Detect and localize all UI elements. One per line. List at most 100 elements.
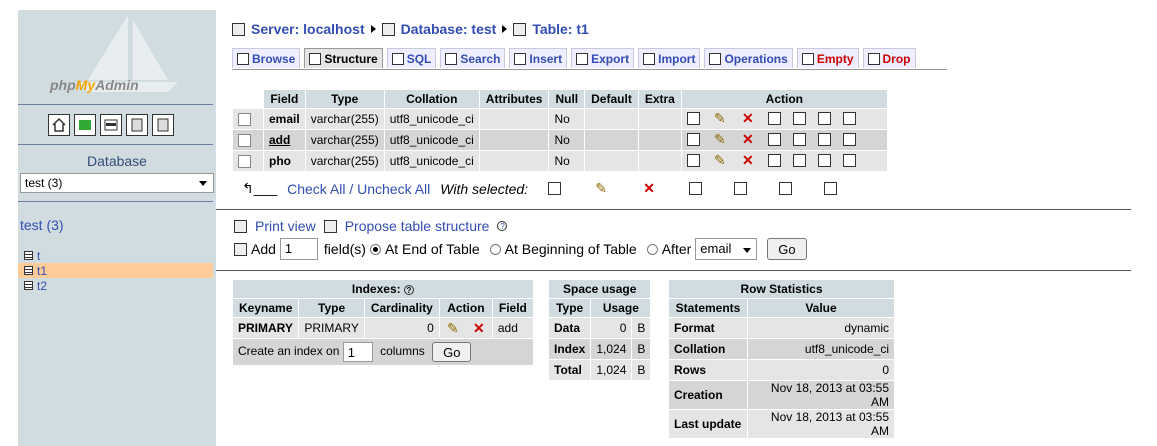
delete-x-icon[interactable]: ✕ bbox=[471, 320, 487, 336]
create-index-go-button[interactable]: Go bbox=[432, 342, 472, 362]
col-header: Type bbox=[299, 299, 364, 317]
browse-icon bbox=[237, 52, 249, 65]
with-selected-label: With selected: bbox=[440, 180, 529, 197]
bulk-primary-icon[interactable] bbox=[689, 182, 703, 195]
space-unit: B bbox=[632, 339, 651, 359]
sql-query-icon[interactable] bbox=[100, 114, 122, 136]
edit-pencil-icon[interactable]: ✎ bbox=[445, 320, 461, 336]
breadcrumb-server[interactable]: Server: localhost bbox=[251, 21, 365, 37]
fulltext-icon[interactable] bbox=[842, 153, 856, 167]
browse-values-icon[interactable] bbox=[686, 111, 700, 125]
field-default bbox=[585, 130, 638, 150]
breadcrumb-database[interactable]: Database: test bbox=[401, 21, 497, 37]
col-header: Usage bbox=[591, 299, 651, 317]
table-row: Index 1,024 B bbox=[549, 339, 651, 359]
add-count-input[interactable]: 1 bbox=[279, 238, 318, 260]
home-icon[interactable] bbox=[48, 114, 70, 136]
primary-key-icon[interactable] bbox=[767, 153, 781, 167]
tab-sql[interactable]: SQL bbox=[386, 48, 437, 68]
field-attributes bbox=[479, 151, 549, 171]
bulk-delete-x-icon[interactable]: ✕ bbox=[641, 180, 657, 197]
chevron-down-icon bbox=[743, 248, 752, 253]
database-name-link[interactable]: test (3) bbox=[20, 217, 64, 233]
create-index-label: Create an index on bbox=[238, 344, 340, 359]
col-header: Field bbox=[264, 90, 305, 108]
col-header: Action bbox=[681, 90, 887, 108]
field-type: varchar(255) bbox=[305, 109, 384, 129]
print-view-link[interactable]: Print view bbox=[255, 218, 316, 234]
primary-key-icon[interactable] bbox=[767, 132, 781, 146]
table-row: pho varchar(255) utf8_unicode_ci No ✎ ✕ bbox=[233, 151, 887, 171]
stat-name: Rows bbox=[669, 360, 747, 380]
export-icon bbox=[576, 52, 589, 65]
tab-structure[interactable]: Structure bbox=[304, 48, 383, 68]
bulk-fulltext-icon[interactable] bbox=[824, 182, 838, 195]
database-select[interactable]: test (3) bbox=[20, 173, 214, 193]
bulk-unique-icon[interactable] bbox=[734, 182, 748, 195]
browse-values-icon[interactable] bbox=[686, 153, 700, 167]
after-field-select[interactable]: email bbox=[695, 238, 758, 260]
after-radio[interactable] bbox=[646, 243, 658, 255]
go-button[interactable]: Go bbox=[767, 238, 807, 260]
edit-pencil-icon[interactable]: ✎ bbox=[712, 131, 728, 147]
arrow-right-icon bbox=[370, 25, 376, 33]
field-collation: utf8_unicode_ci bbox=[384, 109, 479, 129]
fulltext-icon[interactable] bbox=[842, 132, 856, 146]
tab-search[interactable]: Search bbox=[440, 48, 506, 68]
at-beginning-radio[interactable] bbox=[489, 243, 501, 255]
propose-structure-link[interactable]: Propose table structure bbox=[345, 218, 490, 234]
tab-export[interactable]: Export bbox=[571, 48, 635, 68]
sidebar-table-t2[interactable]: t2 bbox=[18, 278, 213, 293]
unique-icon[interactable] bbox=[792, 153, 806, 167]
table-row: Collation utf8_unicode_ci bbox=[669, 339, 894, 359]
edit-pencil-icon[interactable]: ✎ bbox=[712, 110, 728, 126]
browse-values-icon[interactable] bbox=[686, 132, 700, 146]
at-end-radio[interactable] bbox=[369, 243, 381, 255]
delete-x-icon[interactable]: ✕ bbox=[740, 131, 756, 147]
sidebar-table-t1[interactable]: t1 bbox=[18, 263, 213, 278]
field-name: email bbox=[264, 109, 305, 129]
unique-icon[interactable] bbox=[792, 111, 806, 125]
section-divider bbox=[216, 209, 1131, 210]
logo[interactable]: phpMyAdmin bbox=[18, 10, 216, 105]
tab-insert[interactable]: Insert bbox=[509, 48, 568, 68]
documentation-icon[interactable] bbox=[126, 114, 148, 136]
bulk-index-icon[interactable] bbox=[779, 182, 793, 195]
field-collation: utf8_unicode_ci bbox=[384, 130, 479, 150]
bulk-browse-icon[interactable] bbox=[548, 182, 562, 195]
stat-name: Last update bbox=[669, 410, 747, 438]
row-checkbox[interactable] bbox=[238, 113, 251, 127]
index-icon[interactable] bbox=[817, 153, 831, 167]
create-index-count-input[interactable]: 1 bbox=[342, 342, 373, 362]
stat-value: utf8_unicode_ci bbox=[748, 339, 894, 359]
help-icon[interactable]: ? bbox=[403, 284, 414, 295]
delete-x-icon[interactable]: ✕ bbox=[740, 152, 756, 168]
insert-icon bbox=[514, 52, 527, 65]
database-label: Database bbox=[87, 153, 147, 169]
table-row: Total 1,024 B bbox=[549, 360, 651, 380]
tab-empty[interactable]: Empty bbox=[796, 48, 859, 68]
bulk-edit-pencil-icon[interactable]: ✎ bbox=[593, 180, 609, 197]
server-icon bbox=[232, 22, 245, 36]
help-icon[interactable]: ? bbox=[497, 221, 508, 231]
fulltext-icon[interactable] bbox=[842, 111, 856, 125]
index-icon[interactable] bbox=[817, 132, 831, 146]
tab-browse[interactable]: Browse bbox=[232, 48, 301, 68]
exit-icon[interactable] bbox=[74, 114, 96, 136]
row-checkbox[interactable] bbox=[238, 134, 251, 148]
tab-drop[interactable]: Drop bbox=[862, 48, 916, 68]
primary-key-icon[interactable] bbox=[767, 111, 781, 125]
breadcrumb-table[interactable]: Table: t1 bbox=[532, 21, 589, 37]
tab-operations[interactable]: Operations bbox=[704, 48, 793, 68]
unique-icon[interactable] bbox=[792, 132, 806, 146]
index-icon[interactable] bbox=[817, 111, 831, 125]
docs-icon[interactable] bbox=[152, 114, 174, 136]
edit-pencil-icon[interactable]: ✎ bbox=[712, 152, 728, 168]
tab-import[interactable]: Import bbox=[638, 48, 701, 68]
delete-x-icon[interactable]: ✕ bbox=[740, 110, 756, 126]
sidebar-table-t[interactable]: t bbox=[18, 248, 213, 263]
check-all-link[interactable]: Check All / Uncheck All bbox=[287, 181, 430, 197]
space-usage: 1,024 bbox=[591, 339, 632, 359]
table-icon bbox=[24, 281, 33, 290]
row-checkbox[interactable] bbox=[238, 155, 251, 169]
